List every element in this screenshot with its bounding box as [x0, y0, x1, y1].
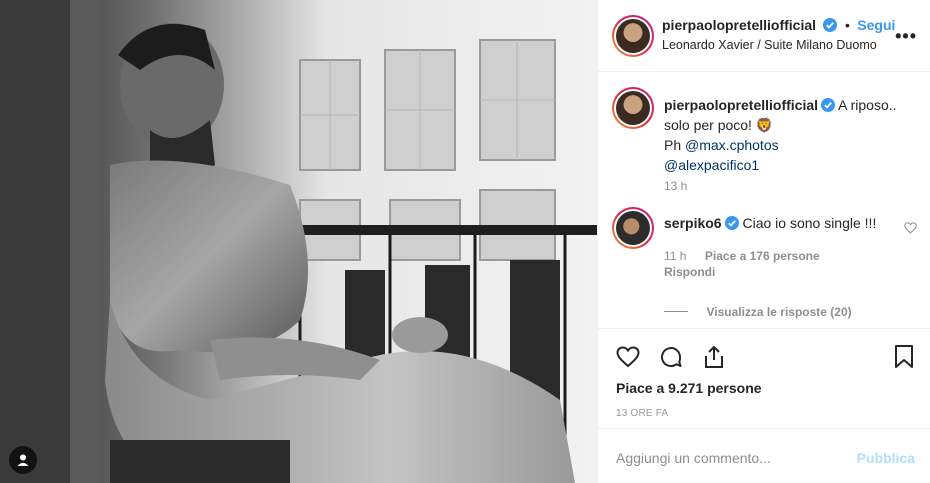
replies-divider [664, 311, 688, 313]
tagged-users-button[interactable] [9, 446, 37, 474]
comment-input[interactable]: Aggiungi un commento... [616, 450, 771, 466]
photo-image [0, 0, 597, 483]
mention-link[interactable]: @max.cphotos [685, 137, 779, 153]
share-button[interactable] [700, 343, 728, 371]
heart-icon [616, 346, 640, 368]
like-button[interactable] [614, 343, 642, 371]
location-link[interactable]: Leonardo Xavier / Suite Milano Duomo [662, 38, 877, 52]
caption: pierpaolopretelliofficial A riposo.. sol… [664, 95, 914, 175]
publish-button[interactable]: Pubblica [857, 450, 915, 466]
caption-text-line1: A riposo.. [838, 97, 897, 113]
comment-likes[interactable]: Piace a 176 persone [705, 249, 820, 263]
bookmark-icon [895, 345, 913, 368]
comment-button[interactable] [657, 343, 685, 371]
verified-badge-icon [821, 98, 836, 112]
comment-username[interactable]: serpiko6 [664, 215, 722, 231]
caption-text-line2: solo per poco! 🦁 [664, 117, 774, 133]
author-avatar[interactable] [612, 15, 654, 57]
caption-time: 13 h [664, 179, 688, 193]
comment-like-heart-icon[interactable] [904, 222, 917, 234]
post-side-panel: pierpaolopretelliofficial • Segui Leonar… [597, 0, 930, 483]
comment-text: Ciao io sono single !!! [742, 215, 877, 231]
caption-username[interactable]: pierpaolopretelliofficial [664, 97, 818, 113]
author-username[interactable]: pierpaolopretelliofficial [662, 17, 816, 33]
comment-icon [661, 347, 682, 368]
author-line: pierpaolopretelliofficial • Segui [662, 17, 902, 35]
reply-button[interactable]: Rispondi [664, 265, 715, 279]
photo-credit-prefix: Ph [664, 137, 682, 153]
save-button[interactable] [890, 343, 918, 371]
verified-badge-icon [823, 18, 838, 32]
commenter-avatar[interactable] [612, 207, 654, 249]
dot-separator: • [844, 17, 850, 33]
comment-time: 11 h [664, 249, 687, 263]
view-replies-label[interactable]: Visualizza le risposte (20) [706, 305, 851, 319]
post-timestamp: 13 ORE FA [616, 408, 669, 419]
caption-avatar[interactable] [612, 87, 654, 129]
user-icon [17, 454, 29, 466]
mention-link[interactable]: @alexpacifico1 [664, 157, 759, 173]
add-comment-bar: Aggiungi un commento... Pubblica [598, 428, 930, 483]
likes-count[interactable]: Piace a 9.271 persone [616, 380, 762, 396]
comment-meta: 11 h Piace a 176 persone [664, 247, 820, 265]
more-options-icon[interactable]: ••• [895, 26, 917, 47]
share-icon [705, 346, 723, 368]
post-header: pierpaolopretelliofficial • Segui Leonar… [598, 0, 930, 72]
post-photo[interactable] [0, 0, 597, 483]
comments-area: pierpaolopretelliofficial A riposo.. sol… [598, 73, 930, 328]
view-replies[interactable]: Visualizza le risposte (20) [664, 303, 852, 321]
post-actions: Piace a 9.271 persone 13 ORE FA [598, 328, 930, 428]
comment-item: serpiko6 Ciao io sono single !!! [664, 215, 904, 231]
follow-button[interactable]: Segui [857, 17, 895, 33]
verified-badge-icon [724, 216, 739, 230]
